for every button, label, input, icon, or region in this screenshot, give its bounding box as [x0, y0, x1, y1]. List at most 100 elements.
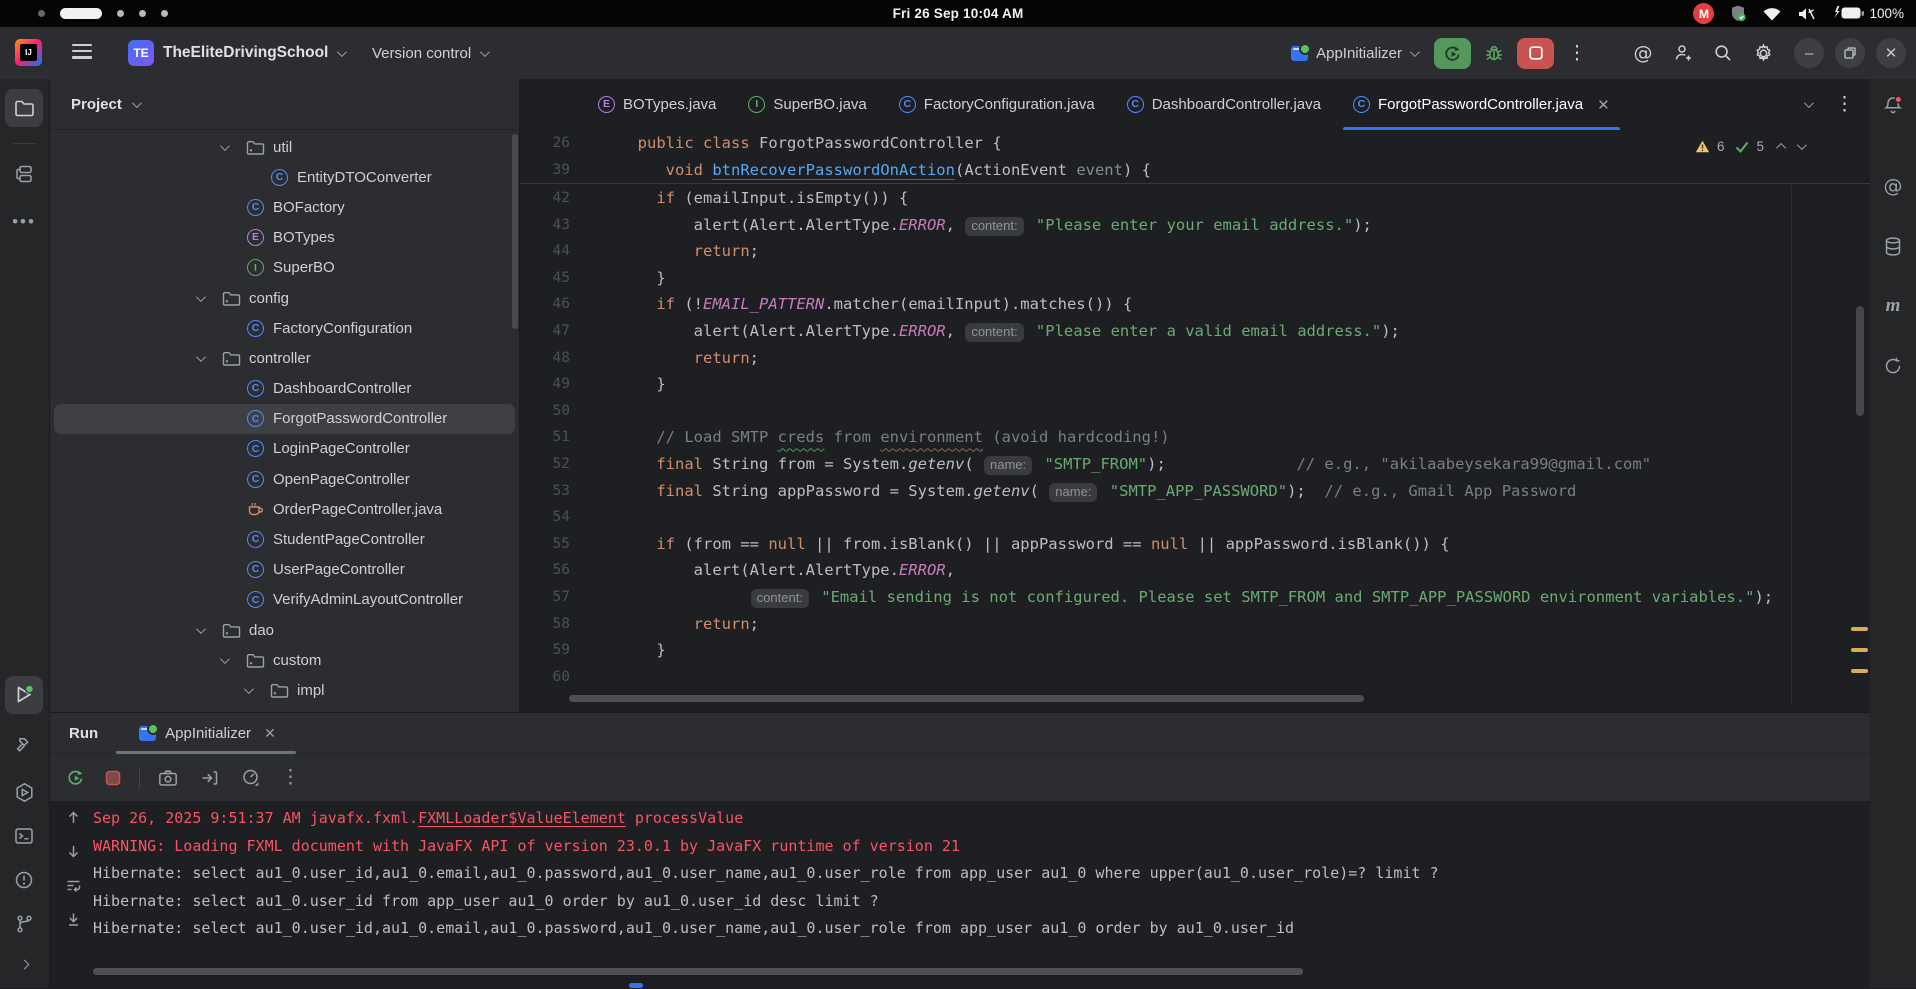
tab-ForgotPasswordController.java[interactable]: CForgotPasswordController.java✕: [1337, 79, 1626, 130]
code-line[interactable]: 59 }: [520, 637, 1870, 664]
database-icon[interactable]: [1874, 227, 1912, 265]
code-line[interactable]: 44 return;: [520, 238, 1870, 265]
app-menu-pill[interactable]: [60, 8, 102, 19]
code-line[interactable]: 58 return;: [520, 611, 1870, 638]
chevron-down-icon[interactable]: [244, 684, 254, 694]
run-tool-icon[interactable]: [5, 676, 43, 714]
chevron-down-icon[interactable]: [220, 141, 230, 151]
project-avatar-badge[interactable]: TE: [128, 40, 154, 66]
search-icon[interactable]: [1706, 38, 1740, 69]
tree-item-OrderPageController.java[interactable]: OrderPageController.java: [50, 494, 519, 524]
restore-button[interactable]: [1835, 38, 1865, 68]
scroll-down-icon[interactable]: [65, 843, 82, 860]
code-line[interactable]: 42 if (emailInput.isEmpty()) {: [520, 185, 1870, 212]
run-config-selector[interactable]: AppInitializer: [1291, 45, 1417, 62]
tree-item-BOFactory[interactable]: CBOFactory: [50, 192, 519, 222]
wifi-icon[interactable]: [1762, 6, 1782, 22]
mute-icon[interactable]: [1797, 6, 1816, 22]
ai-assistant-tool-icon[interactable]: @: [1874, 167, 1912, 205]
code-line[interactable]: 60: [520, 664, 1870, 691]
console-horizontal-scrollbar[interactable]: [93, 968, 1303, 975]
code-line[interactable]: 56 alert(Alert.AlertType.ERROR,: [520, 557, 1870, 584]
more-tools-icon[interactable]: •••: [5, 203, 43, 241]
code-line[interactable]: 55 if (from == null || from.isBlank() ||…: [520, 531, 1870, 558]
project-panel-header[interactable]: Project: [50, 79, 519, 130]
menu-dot-icon[interactable]: [139, 10, 146, 17]
macos-menu-items[interactable]: [38, 0, 168, 27]
chevron-down-icon[interactable]: [196, 624, 206, 634]
more-actions-icon[interactable]: ⋮: [1560, 38, 1594, 69]
scroll-to-end-icon[interactable]: [65, 911, 82, 928]
menubar-clock[interactable]: Fri 26 Sep 10:04 AM: [893, 0, 1024, 27]
shield-icon[interactable]: [1729, 4, 1747, 23]
debug-button[interactable]: [1477, 38, 1511, 69]
apple-menu-icon[interactable]: [38, 10, 45, 17]
camera-icon[interactable]: [158, 769, 178, 787]
scroll-up-icon[interactable]: [65, 809, 82, 826]
gradle-sync-icon[interactable]: [1874, 347, 1912, 385]
structure-tool-icon[interactable]: [5, 155, 43, 193]
code-line[interactable]: 54: [520, 504, 1870, 531]
mail-badge-icon[interactable]: M: [1693, 3, 1714, 24]
menu-dot-icon[interactable]: [161, 10, 168, 17]
warning-stripe-mark[interactable]: [1851, 669, 1868, 673]
code-line[interactable]: 53 final String appPassword = System.get…: [520, 478, 1870, 505]
intellij-logo-icon[interactable]: IJ: [15, 39, 42, 66]
more-options-icon[interactable]: ⋮: [281, 768, 300, 787]
rerun-button[interactable]: [66, 768, 85, 787]
import-thread-dump-icon[interactable]: [200, 769, 219, 787]
menu-dot-icon[interactable]: [117, 10, 124, 17]
tree-item-DashboardController[interactable]: CDashboardController: [50, 374, 519, 404]
code-line[interactable]: 46 if (!EMAIL_PATTERN.matcher(emailInput…: [520, 291, 1870, 318]
code-line[interactable]: 43 alert(Alert.AlertType.ERROR, content:…: [520, 212, 1870, 239]
project-selector[interactable]: TheEliteDrivingSchool: [163, 41, 344, 65]
tree-item-LoginPageController[interactable]: CLoginPageController: [50, 434, 519, 464]
code-line[interactable]: 26 public class ForgotPasswordController…: [520, 130, 1870, 157]
tree-item-dao[interactable]: dao: [50, 615, 519, 645]
ai-assistant-icon[interactable]: @: [1626, 38, 1660, 69]
code-line[interactable]: 51 // Load SMTP creds from environment (…: [520, 424, 1870, 451]
code-area[interactable]: 42 if (emailInput.isEmpty()) {43 alert(A…: [520, 185, 1870, 690]
services-icon[interactable]: [5, 773, 43, 811]
version-control-branch-icon[interactable]: [5, 905, 43, 943]
expand-stripe-icon[interactable]: [5, 945, 43, 983]
close-button[interactable]: ✕: [1876, 38, 1906, 68]
tree-item-custom[interactable]: custom: [50, 645, 519, 675]
code-line[interactable]: 45 }: [520, 265, 1870, 292]
maven-icon[interactable]: m: [1874, 287, 1912, 325]
tree-item-StudentPageController[interactable]: CStudentPageController: [50, 524, 519, 554]
tree-item-config[interactable]: config: [50, 283, 519, 313]
warning-stripe-mark[interactable]: [1851, 648, 1868, 652]
gauge-icon[interactable]: [241, 768, 261, 787]
run-button[interactable]: [1434, 38, 1471, 69]
tab-list-chevron-icon[interactable]: [1804, 98, 1814, 108]
tree-item-util[interactable]: util: [50, 132, 519, 162]
tab-options-icon[interactable]: ⋮: [1835, 95, 1854, 114]
version-control-menu[interactable]: Version control: [372, 41, 487, 65]
tree-item-impl[interactable]: impl: [50, 675, 519, 705]
tree-item-FactoryConfiguration[interactable]: CFactoryConfiguration: [50, 313, 519, 343]
add-user-icon[interactable]: [1666, 38, 1700, 69]
warning-stripe-mark[interactable]: [1851, 627, 1868, 631]
notifications-bell-icon[interactable]: [1874, 87, 1912, 125]
tree-item-ForgotPasswordController[interactable]: CForgotPasswordController: [54, 404, 515, 434]
inspections-widget[interactable]: 6 5: [1695, 139, 1804, 154]
build-hammer-icon[interactable]: [5, 727, 43, 765]
close-icon[interactable]: ✕: [1597, 96, 1610, 114]
editor-vertical-scrollbar[interactable]: [1856, 306, 1864, 416]
run-tab[interactable]: AppInitializer ✕: [139, 725, 276, 742]
chevron-down-icon[interactable]: [220, 654, 230, 664]
run-panel-title[interactable]: Run: [69, 725, 98, 742]
main-menu-hamburger-icon[interactable]: [72, 44, 92, 59]
close-icon[interactable]: ✕: [264, 725, 276, 742]
code-line[interactable]: 49 }: [520, 371, 1870, 398]
project-tool-icon[interactable]: [5, 89, 43, 127]
tree-item-BOTypes[interactable]: EBOTypes: [50, 223, 519, 253]
tab-FactoryConfiguration.java[interactable]: CFactoryConfiguration.java: [883, 79, 1111, 130]
terminal-icon[interactable]: [5, 817, 43, 855]
code-line[interactable]: 47 alert(Alert.AlertType.ERROR, content:…: [520, 318, 1870, 345]
code-line[interactable]: 39 void btnRecoverPasswordOnAction(Actio…: [520, 157, 1870, 184]
soft-wrap-icon[interactable]: [65, 877, 82, 894]
minimize-button[interactable]: –: [1794, 38, 1824, 68]
problems-icon[interactable]: [5, 861, 43, 899]
